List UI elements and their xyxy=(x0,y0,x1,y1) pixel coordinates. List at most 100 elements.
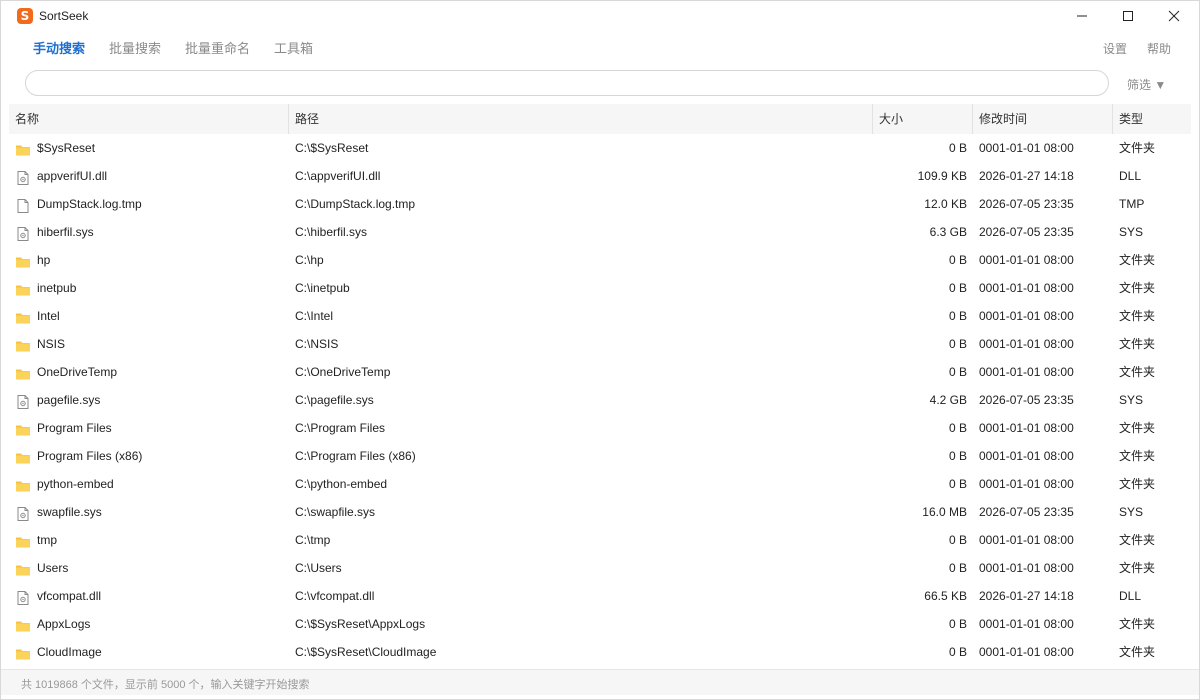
column-resize-handle[interactable] xyxy=(288,104,289,134)
column-header-name[interactable]: 名称 xyxy=(15,104,39,134)
file-modified: 0001-01-01 08:00 xyxy=(979,421,1074,435)
file-name: appverifUI.dll xyxy=(37,169,108,183)
column-resize-handle[interactable] xyxy=(872,104,873,134)
table-row[interactable]: Intel C:\Intel 0 B 0001-01-01 08:00 文件夹 xyxy=(9,302,1191,330)
table-row[interactable]: AppxLogs C:\$SysReset\AppxLogs 0 B 0001-01-… xyxy=(9,610,1191,638)
tab-manual-search[interactable]: 手动搜索 xyxy=(33,38,85,57)
column-resize-handle[interactable] xyxy=(972,104,973,134)
folder-icon xyxy=(15,644,31,660)
file-size: 0 B xyxy=(948,309,967,323)
file-path: C:\$SysReset xyxy=(295,141,369,155)
column-header-type[interactable]: 类型 xyxy=(1119,104,1143,134)
minimize-button[interactable] xyxy=(1059,1,1105,31)
maximize-button[interactable] xyxy=(1105,1,1151,31)
file-type: 文件夹 xyxy=(1119,533,1156,547)
table-header: 名称 路径 大小 修改时间 类型 xyxy=(9,104,1191,134)
file-size: 0 B xyxy=(948,253,967,267)
table-row[interactable]: CloudImage C:\$SysReset\CloudImage 0 B 0001… xyxy=(9,638,1191,666)
filter-button[interactable]: 筛选 ▼ xyxy=(1127,76,1166,93)
table-row[interactable]: hiberfil.sys C:\hiberfil.sys 6.3 GB 2026-07… xyxy=(9,218,1191,246)
file-modified: 0001-01-01 08:00 xyxy=(979,309,1074,323)
system-file-icon xyxy=(15,588,31,605)
file-name: tmp xyxy=(37,533,58,547)
table-row[interactable]: inetpub C:\inetpub 0 B 0001-01-01 08:00 文件夹 xyxy=(9,274,1191,302)
file-size: 0 B xyxy=(948,477,967,491)
file-size: 0 B xyxy=(948,645,967,659)
folder-icon xyxy=(15,252,31,268)
file-modified: 2026-07-05 23:35 xyxy=(979,197,1074,211)
table-row[interactable]: DumpStack.log.tmp C:\DumpStack.log.tmp 12.… xyxy=(9,190,1191,218)
file-modified: 0001-01-01 08:00 xyxy=(979,337,1074,351)
folder-icon xyxy=(15,532,31,548)
tab-batch-search[interactable]: 批量搜索 xyxy=(109,38,161,57)
table-row[interactable]: swapfile.sys C:\swapfile.sys 16.0 MB 2026-0… xyxy=(9,498,1191,526)
file-path: C:\NSIS xyxy=(295,337,339,351)
table-row[interactable]: python-embed C:\python-embed 0 B 0001-01-01… xyxy=(9,470,1191,498)
file-modified: 2026-07-05 23:35 xyxy=(979,505,1074,519)
file-modified: 2026-07-05 23:35 xyxy=(979,225,1074,239)
main-nav: 手动搜索 批量搜索 批量重命名 工具箱 设置 帮助 xyxy=(1,31,1199,63)
table-row[interactable]: $SysReset C:\$SysReset 0 B 0001-01-01 08:00… xyxy=(9,134,1191,162)
file-path: C:\Program Files (x86) xyxy=(295,449,416,463)
file-name: CloudImage xyxy=(37,645,102,659)
help-link[interactable]: 帮助 xyxy=(1147,40,1171,57)
file-path: C:\inetpub xyxy=(295,281,350,295)
column-header-size[interactable]: 大小 xyxy=(879,104,903,134)
table-row[interactable]: Users C:\Users 0 B 0001-01-01 08:00 文件夹 xyxy=(9,554,1191,582)
table-row[interactable]: hp C:\hp 0 B 0001-01-01 08:00 文件夹 xyxy=(9,246,1191,274)
file-modified: 0001-01-01 08:00 xyxy=(979,253,1074,267)
tab-toolbox[interactable]: 工具箱 xyxy=(274,38,313,57)
folder-icon xyxy=(15,336,31,352)
file-type: DLL xyxy=(1119,169,1142,183)
close-button[interactable] xyxy=(1151,1,1197,31)
file-path: C:\appverifUI.dll xyxy=(295,169,381,183)
table-row[interactable]: OneDriveTemp C:\OneDriveTemp 0 B 0001-01-01… xyxy=(9,358,1191,386)
table-row[interactable]: appverifUI.dll C:\appverifUI.dll 109.9 KB 2… xyxy=(9,162,1191,190)
file-name: python-embed xyxy=(37,477,114,491)
table-row[interactable]: pagefile.sys C:\pagefile.sys 4.2 GB 2026-07… xyxy=(9,386,1191,414)
status-bar: 共 1019868 个文件，显示前 5000 个，输入关键字开始搜索 xyxy=(1,669,1199,695)
file-size: 0 B xyxy=(948,365,967,379)
file-size: 0 B xyxy=(948,533,967,547)
file-path: C:\Program Files xyxy=(295,421,386,435)
file-path: C:\DumpStack.log.tmp xyxy=(295,197,416,211)
column-header-modified[interactable]: 修改时间 xyxy=(979,104,1027,134)
table-row[interactable]: vfcompat.dll C:\vfcompat.dll 66.5 KB 2026-0… xyxy=(9,582,1191,610)
file-path: C:\tmp xyxy=(295,533,331,547)
table-row[interactable]: Program Files C:\Program Files 0 B 0001-01-… xyxy=(9,414,1191,442)
file-modified: 2026-01-27 14:18 xyxy=(979,169,1074,183)
table-row[interactable]: NSIS C:\NSIS 0 B 0001-01-01 08:00 文件夹 xyxy=(9,330,1191,358)
file-path: C:\vfcompat.dll xyxy=(295,589,375,603)
file-path: C:\hiberfil.sys xyxy=(295,225,368,239)
file-name: pagefile.sys xyxy=(37,393,101,407)
folder-icon xyxy=(15,420,31,436)
file-modified: 0001-01-01 08:00 xyxy=(979,281,1074,295)
system-file-icon xyxy=(15,392,31,409)
folder-icon xyxy=(15,364,31,380)
file-type: 文件夹 xyxy=(1119,281,1156,295)
file-name: hiberfil.sys xyxy=(37,225,94,239)
search-input[interactable] xyxy=(25,70,1109,96)
tab-batch-rename[interactable]: 批量重命名 xyxy=(185,38,250,57)
app-logo-icon: S xyxy=(17,8,33,24)
file-size: 0 B xyxy=(948,449,967,463)
file-type: 文件夹 xyxy=(1119,337,1156,351)
file-type: SYS xyxy=(1119,225,1144,239)
table-row[interactable]: Program Files (x86) C:\Program Files (x86… xyxy=(9,442,1191,470)
column-resize-handle[interactable] xyxy=(1112,104,1113,134)
system-file-icon xyxy=(15,168,31,185)
folder-icon xyxy=(15,616,31,632)
file-name: vfcompat.dll xyxy=(37,589,102,603)
file-modified: 0001-01-01 08:00 xyxy=(979,477,1074,491)
file-type: 文件夹 xyxy=(1119,449,1156,463)
app-window: S SortSeek 手动搜索 批量搜索 批量重命名 工具箱 设置 帮助 筛选 … xyxy=(0,0,1200,700)
column-header-path[interactable]: 路径 xyxy=(295,104,319,134)
file-size: 109.9 KB xyxy=(917,169,967,183)
settings-link[interactable]: 设置 xyxy=(1103,40,1127,57)
table-row[interactable]: tmp C:\tmp 0 B 0001-01-01 08:00 文件夹 xyxy=(9,526,1191,554)
file-type: 文件夹 xyxy=(1119,617,1156,631)
file-modified: 2026-07-05 23:35 xyxy=(979,393,1074,407)
folder-icon xyxy=(15,308,31,324)
title-bar[interactable]: S SortSeek xyxy=(1,1,1199,31)
file-size: 16.0 MB xyxy=(922,505,967,519)
